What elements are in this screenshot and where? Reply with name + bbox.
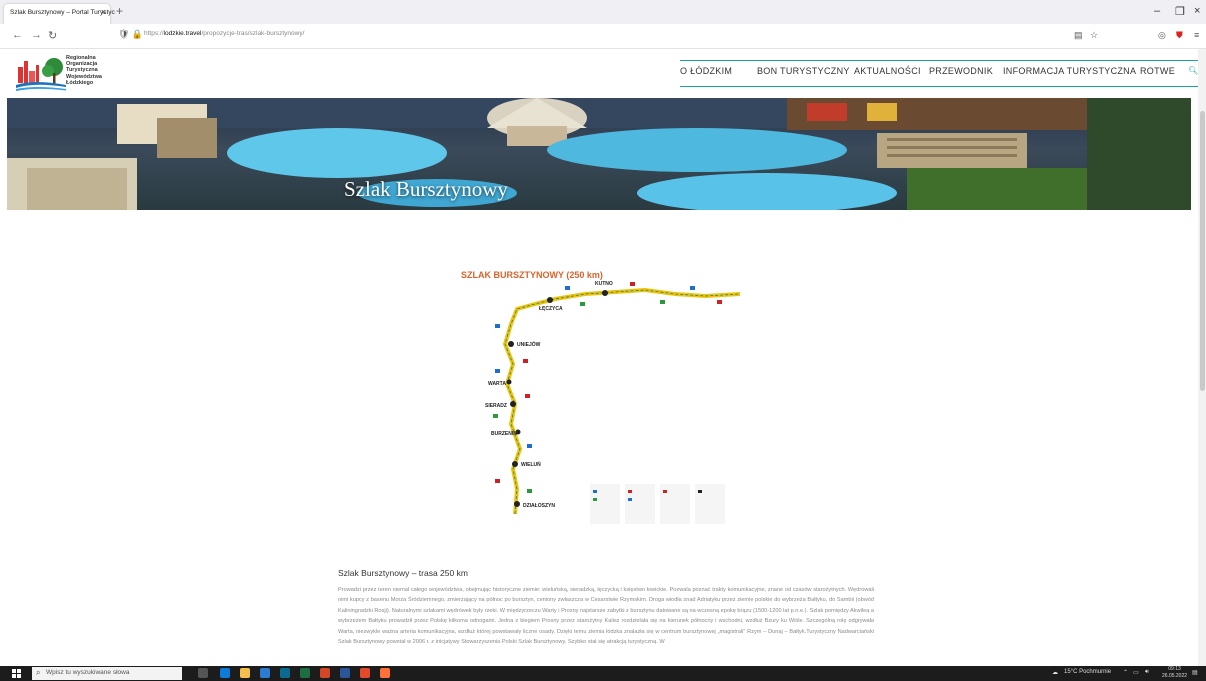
app-icon[interactable] — [360, 668, 370, 678]
firefox-icon[interactable] — [380, 668, 390, 678]
town-label: WARTA — [488, 381, 506, 387]
file-explorer-icon[interactable] — [240, 668, 250, 678]
hero-aquapark-image — [7, 98, 1191, 210]
powerpoint-icon[interactable] — [320, 668, 330, 678]
new-tab-icon[interactable]: + — [116, 4, 123, 18]
windows-taskbar: ⌕ Wpisz tu wyszukiwane słowa ☁ 15°C Poch… — [0, 666, 1206, 681]
route-map-image[interactable]: SZLAK BURSZTYNOWY (250 km) KUTNO ŁĘCZYCA… — [455, 264, 755, 532]
shield-lock-icon: 🛡 🔒 — [118, 29, 144, 39]
extension-shield-icon[interactable]: ⛊ — [1176, 30, 1183, 41]
notifications-icon[interactable]: ▤ — [1192, 669, 1198, 676]
nav-rotwe[interactable]: ROTWE — [1140, 66, 1175, 76]
taskbar-search-icon: ⌕ — [36, 668, 41, 677]
store-icon[interactable] — [280, 668, 290, 678]
scrollbar[interactable] — [1198, 49, 1206, 666]
mail-icon[interactable] — [260, 668, 270, 678]
town-label: DZIAŁOSZYN — [523, 503, 555, 509]
scrollbar-thumb[interactable] — [1200, 111, 1205, 391]
clock-time: 09:13 — [1168, 666, 1181, 672]
restore-icon[interactable]: ❐ — [1175, 5, 1185, 18]
browser-tab-bar: Szlak Bursztynowy – Portal Turystyc × + … — [0, 0, 1206, 24]
town-label: SIERADZ — [485, 403, 507, 409]
close-window-icon[interactable]: × — [1194, 5, 1200, 17]
page-title: Szlak Bursztynowy — [344, 177, 508, 201]
bookmark-star-icon[interactable]: ☆ — [1090, 30, 1098, 41]
volume-icon[interactable]: 🔊︎ — [1145, 669, 1149, 676]
nav-aktualnosci[interactable]: AKTUALNOŚCI — [854, 66, 921, 76]
task-view-icon[interactable] — [198, 668, 208, 678]
logo-text: Regionalna Organizacja Turystyczna Wojew… — [66, 55, 102, 86]
weather-icon[interactable]: ☁ — [1052, 669, 1058, 676]
town-marker — [508, 341, 514, 347]
excel-icon[interactable] — [300, 668, 310, 678]
edge-icon[interactable] — [220, 668, 230, 678]
url-path: /propozycje-tras/szlak-bursztynowy/ — [201, 30, 305, 37]
main-navigation: O ŁÓDZKIM BON TURYSTYCZNY AKTUALNOŚCI PR… — [680, 60, 1198, 87]
article-title: Szlak Bursztynowy – trasa 250 km — [338, 568, 468, 578]
browser-nav-bar: ← → ↻ 🛡 🔒 https://lodzkie.travel/propozy… — [0, 24, 1206, 49]
back-icon[interactable]: ← — [12, 29, 23, 41]
search-icon[interactable]: 🔍︎ — [1188, 66, 1198, 75]
town-marker — [512, 461, 518, 467]
taskbar-search[interactable]: ⌕ Wpisz tu wyszukiwane słowa — [32, 667, 182, 680]
map-title: SZLAK BURSZTYNOWY (250 km) — [461, 270, 603, 280]
reader-view-icon[interactable]: ▤ — [1074, 30, 1083, 41]
town-marker — [514, 501, 520, 507]
nav-bon-turystyczny[interactable]: BON TURYSTYCZNY — [757, 66, 850, 76]
town-label: UNIEJÓW — [517, 340, 541, 348]
hero-banner: Szlak Bursztynowy — [7, 98, 1191, 210]
town-marker — [547, 297, 553, 303]
reload-icon[interactable]: ↻ — [48, 29, 57, 42]
weather-text[interactable]: 15°C Pochmurnie — [1064, 669, 1111, 675]
town-label: WIELUŃ — [521, 460, 541, 468]
town-marker — [506, 379, 512, 385]
taskbar-search-placeholder: Wpisz tu wyszukiwane słowa — [46, 669, 130, 676]
article-body: Prowadzi przez teren niemal całego wojew… — [338, 587, 874, 646]
url-bar[interactable]: 🛡 🔒 https://lodzkie.travel/propozycje-tr… — [112, 29, 1092, 43]
clock-date: 26.05.2022 — [1162, 673, 1188, 679]
url-domain: lodzkie.travel — [163, 30, 202, 37]
url-prefix: https:// — [144, 30, 164, 37]
nav-o-lodzkim[interactable]: O ŁÓDZKIM — [680, 66, 732, 76]
route-line — [502, 287, 741, 515]
menu-icon[interactable]: ≡ — [1194, 30, 1199, 40]
minimize-icon[interactable]: – — [1154, 5, 1160, 17]
nav-przewodnik[interactable]: PRZEWODNIK — [929, 66, 993, 76]
nav-informacja-turystyczna[interactable]: INFORMACJA TURYSTYCZNA — [1003, 66, 1136, 76]
site-header: Regionalna Organizacja Turystyczna Wojew… — [0, 49, 1198, 98]
town-label: ŁĘCZYCA — [539, 306, 563, 312]
network-icon[interactable]: ▭ — [1133, 669, 1139, 676]
rot-logo-icon[interactable] — [14, 55, 69, 93]
town-marker — [510, 401, 516, 407]
windows-start-icon[interactable] — [12, 669, 21, 678]
map-legend — [590, 484, 725, 524]
tab-title: Szlak Bursztynowy – Portal Turystyc — [10, 9, 115, 16]
pocket-icon[interactable]: ◎ — [1158, 30, 1166, 41]
forward-icon[interactable]: → — [31, 29, 42, 41]
clock[interactable]: 09:13 26.05.2022 — [1162, 666, 1187, 680]
browser-tab[interactable]: Szlak Bursztynowy – Portal Turystyc × — [4, 4, 115, 24]
tab-close-icon[interactable]: × — [101, 7, 106, 17]
tray-expand-icon[interactable]: ⌃ — [1123, 669, 1128, 676]
town-marker — [602, 290, 608, 296]
town-label: BURZENIN — [491, 431, 517, 437]
river-line — [504, 289, 741, 515]
word-icon[interactable] — [340, 668, 350, 678]
town-label: KUTNO — [595, 281, 613, 287]
